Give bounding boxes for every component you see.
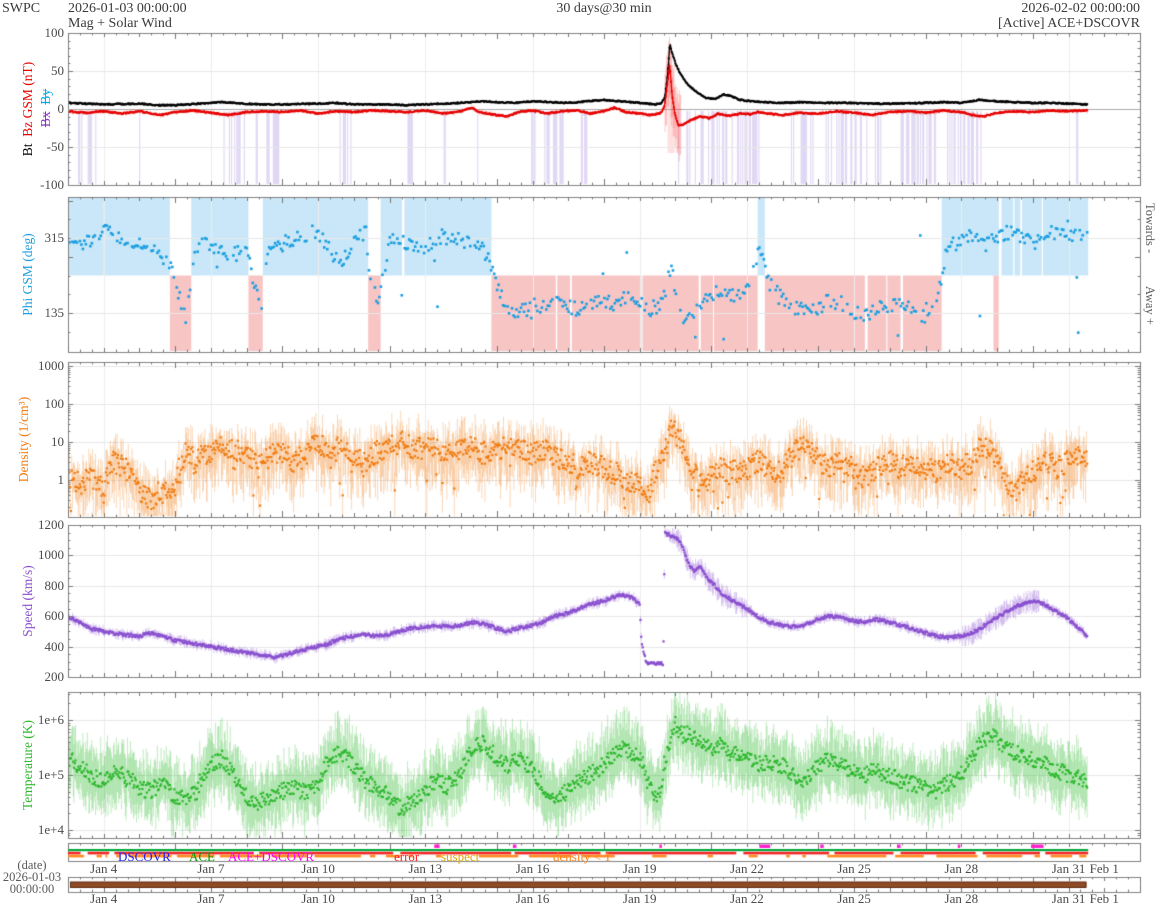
x-tick-label: Feb 1 [1089, 861, 1119, 876]
x-tick-label: Jan 28 [944, 861, 979, 876]
y-tick-label: 400 [44, 638, 65, 654]
x-tick-label: Jan 19 [622, 861, 657, 876]
x-tick-label: Jan 4 [90, 861, 118, 876]
y-tick-label: 100 [44, 396, 65, 411]
y-tick-label: 1 [57, 472, 65, 487]
end-datetime: 2026-02-02 00:00:00 [1021, 1, 1140, 16]
y-tick-label: 135 [44, 305, 65, 320]
y-tick-label: 1200 [38, 517, 64, 532]
y-tick-label: 1e+4 [37, 822, 64, 837]
x-tick-label: Jan 19 [622, 891, 657, 905]
x-tick-label: Feb 1 [1089, 891, 1119, 905]
x-tick-label: Jan 7 [197, 891, 225, 905]
y-tick-label: 1000 [38, 547, 64, 563]
y-tick-label: 1e+6 [37, 712, 64, 727]
solarwind-plot-canvas [0, 0, 1158, 905]
y-tick-label: 315 [44, 230, 65, 245]
x-tick-label: Jan 22 [730, 891, 764, 905]
y-tick-label: -50 [46, 139, 64, 154]
phi-towards-label: Towards - [1143, 203, 1157, 254]
y-tick-label: 1000 [38, 358, 64, 373]
y-tick-label: 200 [44, 669, 65, 684]
brand-label: SWPC [2, 1, 41, 16]
x-tick-label: Jan 13 [408, 891, 443, 905]
footer-start-time: 00:00:00 [9, 882, 55, 896]
y-tick-label: 10 [51, 434, 64, 449]
solar-wind-dashboard: SWPC 2026-01-03 00:00:00 Mag + Solar Win… [0, 0, 1158, 905]
x-tick-label: Jan 25 [837, 861, 871, 876]
x-tick-label: Jan 28 [944, 891, 979, 905]
y-tick-label: 600 [44, 608, 65, 624]
y-tick-label: 100 [44, 25, 65, 40]
x-tick-label: Jan 16 [515, 891, 550, 905]
x-tick-label: Jan 7 [197, 861, 225, 876]
x-tick-label: Jan 10 [301, 861, 335, 876]
x-tick-label: Jan 4 [90, 891, 118, 905]
y-tick-label: -100 [40, 177, 64, 192]
y-tick-label: 50 [51, 63, 64, 78]
x-tick-label: Jan 22 [730, 861, 764, 876]
active-source-status: [Active] ACE+DSCOVR [997, 16, 1140, 31]
x-tick-label: Jan 13 [408, 861, 443, 876]
y-tick-label: 0 [57, 101, 65, 116]
phi-away-label: Away + [1143, 286, 1157, 325]
y-tick-label: 800 [44, 577, 65, 593]
y-tick-label: 1e+5 [37, 767, 64, 782]
x-tick-label: Jan 10 [301, 891, 335, 905]
axis-label-phi: Phi GSM (deg) [20, 233, 35, 316]
x-tick-label: Jan 16 [515, 861, 550, 876]
x-tick-label: Jan 25 [837, 891, 871, 905]
